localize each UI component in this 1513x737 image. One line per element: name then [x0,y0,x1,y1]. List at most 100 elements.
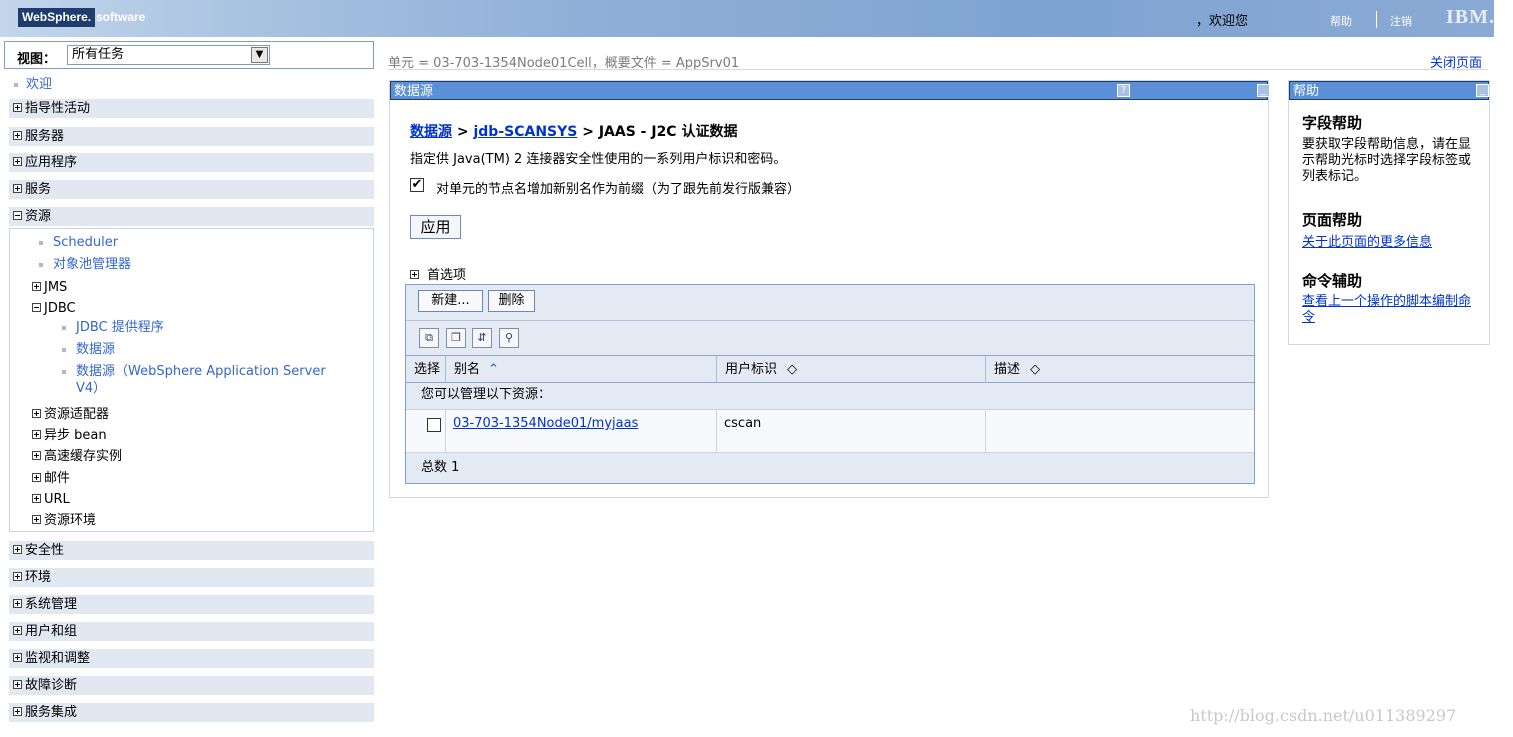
expand-icon[interactable] [13,103,22,112]
show-filter-icon[interactable]: ⇵ [472,328,492,348]
welcome-text: ，欢迎您 [1196,14,1249,29]
nav-item-env[interactable]: 资源环境 [32,512,96,530]
banner: WebSphere. software ，欢迎您 帮助 注销 IBM. [0,0,1494,37]
expand-icon[interactable] [13,707,22,716]
nav-item-datasource-v4[interactable]: 数据源（WebSphere Application Server [62,363,326,381]
manage-resources-text: 您可以管理以下资源： [406,383,1254,409]
expand-icon[interactable] [32,409,41,418]
nav-category[interactable]: 指导性活动 [9,99,374,119]
minimize-icon[interactable]: _ [1476,84,1489,97]
expand-icon[interactable] [32,515,41,524]
breadcrumb: 数据源 > jdb-SCANSYS > JAAS - J2C 认证数据 [410,121,737,141]
expand-icon[interactable] [32,451,41,460]
col-user-header[interactable]: 用户标识 ◇ [717,356,986,383]
panel-title: 数据源 [394,84,434,99]
expand-icon[interactable] [13,157,22,166]
watermark: http://blog.csdn.net/u011389297 [1190,706,1457,725]
row-checkbox[interactable] [427,418,441,432]
expand-icon[interactable] [13,572,22,581]
nav-category[interactable]: 用户和组 [9,622,374,642]
expand-icon[interactable] [32,430,41,439]
jaas-collection-table: 新建... 删除 ⧉ ❐ ⇵ ⚲ 选择 别名 ⌃ 用户标识 ◇ 描述 ◇ 您可以… [405,284,1255,484]
nav-category[interactable]: 环境 [9,568,374,588]
alias-link[interactable]: 03-703-1354Node01/myjaas [453,416,638,431]
nav-item-adapters[interactable]: 资源适配器 [32,406,109,424]
prefix-checkbox[interactable]: ✔ [410,178,424,192]
prefix-checkbox-label: 对单元的节点名增加新别名作为前缀（为了跟先前发行版兼容） [436,182,801,197]
page-help-title: 页面帮助 [1302,211,1363,229]
nav-category[interactable]: 系统管理 [9,595,374,615]
logout-link[interactable]: 注销 [1390,13,1412,29]
nav-category[interactable]: 服务 [9,180,374,200]
nav-category[interactable]: 安全性 [9,541,374,561]
nav-category[interactable]: 服务集成 [9,703,374,723]
page-description: 指定供 Java(TM) 2 连接器安全性使用的一系列用户标识和密码。 [410,152,787,167]
sort-icon[interactable]: ◇ [1030,362,1040,377]
command-assist-link[interactable]: 查看上一个操作的脚本编制命令 [1302,294,1477,326]
col-desc-header[interactable]: 描述 ◇ [986,356,1254,383]
col-alias-header[interactable]: 别名 ⌃ [446,356,717,383]
field-help-text: 要获取字段帮助信息，请在显示帮助光标时选择字段标签或列表标记。 [1302,137,1472,184]
sort-ascending-icon[interactable]: ⌃ [488,362,499,377]
bullet-icon [62,325,66,330]
select-all-icon[interactable]: ⧉ [419,328,439,348]
nav-item-cache[interactable]: 高速缓存实例 [32,448,122,466]
nav-category-resources[interactable]: 资源 [9,207,374,227]
resources-subtree: Scheduler 对象池管理器 JMS JDBC JDBC 提供程序 数据源 … [9,228,374,532]
nav-item-object-pool[interactable]: 对象池管理器 [39,256,131,274]
table-row: 03-703-1354Node01/myjaas cscan [406,409,1254,453]
nav-category[interactable]: 监视和调整 [9,649,374,669]
datasource-panel: 数据源 ? _ 数据源 > jdb-SCANSYS > JAAS - J2C 认… [389,80,1270,498]
expand-icon[interactable] [410,270,419,279]
panel-title-bar: 数据源 ? _ [390,81,1270,100]
breadcrumb-separator: > [452,124,474,140]
nav-item-async-bean[interactable]: 异步 bean [32,427,107,445]
filter-icon[interactable]: ⚲ [499,328,519,348]
navigation-tree: 视图： 所有任务 ▼ 欢迎 指导性活动 服务器 应用程序 服务 资源 Sched… [4,41,374,733]
expand-icon[interactable] [13,626,22,635]
nav-item-jms[interactable]: JMS [32,279,67,297]
page-help-link[interactable]: 关于此页面的更多信息 [1302,235,1477,251]
sort-icon[interactable]: ◇ [787,362,797,377]
collapse-icon[interactable] [13,211,22,220]
chevron-down-icon[interactable]: ▼ [251,47,268,63]
expand-icon[interactable] [13,184,22,193]
nav-item-datasource-v4-cont[interactable]: V4） [76,380,106,398]
nav-item-scheduler[interactable]: Scheduler [39,234,118,252]
bullet-icon [62,347,66,352]
banner-help-link[interactable]: 帮助 [1330,13,1352,29]
expand-icon[interactable] [13,680,22,689]
breadcrumb-datasource-link[interactable]: 数据源 [410,124,452,140]
expand-icon[interactable] [13,131,22,140]
view-select[interactable]: 所有任务 ▼ [67,45,270,65]
expand-icon[interactable] [13,599,22,608]
expand-icon[interactable] [13,653,22,662]
nav-item-datasource[interactable]: 数据源 [62,341,115,359]
apply-button[interactable]: 应用 [410,215,461,239]
nav-welcome-link[interactable]: 欢迎 [14,73,52,92]
nav-category[interactable]: 故障诊断 [9,676,374,696]
expand-icon[interactable] [32,494,41,503]
nav-item-mail[interactable]: 邮件 [32,470,70,488]
nav-item-url[interactable]: URL [32,491,70,509]
minimize-icon[interactable]: _ [1257,84,1270,97]
alias-cell: 03-703-1354Node01/myjaas [446,410,717,453]
breadcrumb-jdb-scansys-link[interactable]: jdb-SCANSYS [473,124,577,140]
bullet-icon [62,369,66,374]
nav-item-jdbc[interactable]: JDBC [32,300,76,318]
expand-icon[interactable] [13,545,22,554]
delete-button[interactable]: 删除 [488,290,535,312]
collapse-icon[interactable] [32,303,41,312]
table-icon-toolbar: ⧉ ❐ ⇵ ⚲ [406,320,1254,355]
question-icon[interactable]: ? [1117,84,1130,97]
preferences-toggle[interactable]: 首选项 [410,264,466,283]
deselect-all-icon[interactable]: ❐ [446,328,466,348]
nav-category[interactable]: 应用程序 [9,153,374,173]
expand-icon[interactable] [32,473,41,482]
new-button[interactable]: 新建... [418,290,483,312]
row-select-cell [406,410,446,453]
nav-item-jdbc-provider[interactable]: JDBC 提供程序 [62,319,164,337]
banner-separator [1376,11,1377,28]
expand-icon[interactable] [32,282,41,291]
nav-category[interactable]: 服务器 [9,127,374,147]
